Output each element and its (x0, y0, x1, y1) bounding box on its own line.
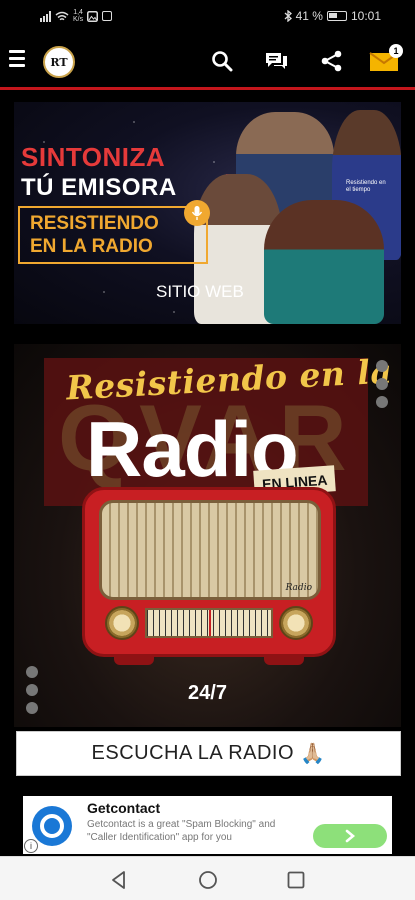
banner-station-line-2: EN LA RADIO (30, 236, 153, 257)
battery-percent: 41 % (295, 9, 323, 23)
promo-banner[interactable]: Resistiendo en el tiempo SINTONIZA TÚ EM… (14, 102, 401, 324)
network-speed-unit: K/s (73, 16, 84, 23)
mail-button[interactable]: 1 (369, 44, 403, 72)
radio-player-card[interactable]: QVAR Resistiendo en la Radio EN LINEA Ra… (14, 344, 401, 727)
shirt-text: Resistiendo en el tiempo (346, 180, 386, 193)
broadcast-hours: 24/7 (188, 682, 227, 704)
praying-hands-icon: 🙏🏼 (300, 743, 326, 765)
share-icon[interactable] (320, 50, 344, 72)
tuning-dial (145, 608, 273, 638)
screenshot-icon (102, 11, 113, 21)
ad-title: Getcontact (87, 800, 161, 816)
banner-station-box: RESISTIENDO EN LA RADIO (18, 206, 208, 264)
back-icon[interactable] (108, 869, 130, 891)
home-icon[interactable] (197, 869, 219, 891)
banner-station-line-1: RESISTIENDO (30, 213, 159, 234)
radio-speaker-grille: Radio (99, 500, 321, 600)
ad-open-button[interactable] (313, 824, 387, 848)
app-logo-text: RT (50, 55, 68, 69)
status-right: 41 % 10:01 (284, 9, 381, 23)
chevron-right-icon (345, 829, 356, 843)
ad-banner[interactable]: Getcontact Getcontact is a great "Spam B… (23, 796, 392, 854)
message-badge: 1 (389, 44, 403, 58)
banner-headline-2: TÚ EMISORA (21, 174, 177, 201)
recents-icon[interactable] (285, 869, 307, 891)
vintage-radio-illustration: Radio (82, 487, 336, 657)
listen-radio-label: ESCUCHA LA RADIO (91, 742, 295, 764)
radio-foot (114, 657, 154, 665)
ad-info-icon[interactable]: i (24, 839, 38, 853)
battery-icon (326, 11, 347, 21)
network-speed: 1,4 K/s (73, 9, 83, 23)
microphone-icon (184, 200, 210, 226)
status-left: 1,4 K/s (40, 9, 113, 23)
getcontact-logo-icon (32, 806, 72, 846)
ad-description: Getcontact is a great "Spam Blocking" an… (87, 819, 276, 843)
top-carousel-dots[interactable] (376, 360, 388, 414)
bluetooth-icon (284, 10, 292, 22)
network-speed-value: 1,4 (73, 9, 83, 16)
radio-brand: Radio (285, 583, 312, 593)
system-nav-bar (0, 856, 415, 900)
radio-foot (264, 657, 304, 665)
website-label: SITIO WEB (156, 282, 244, 301)
chat-icon[interactable] (264, 50, 288, 72)
app-header: RT 1 (0, 34, 415, 90)
signal-icon (40, 10, 51, 22)
app-logo[interactable]: RT (43, 46, 75, 78)
banner-headline-1: SINTONIZA (21, 142, 166, 172)
listen-radio-button[interactable]: ESCUCHA LA RADIO 🙏🏼 (16, 731, 401, 776)
left-knob-icon (105, 606, 139, 640)
menu-icon[interactable] (9, 50, 25, 70)
image-notification-icon (87, 10, 99, 22)
host-photo-4 (264, 200, 384, 324)
clock: 10:01 (350, 9, 381, 23)
right-knob-icon (279, 606, 313, 640)
status-bar: 1,4 K/s 41 % 10:01 (0, 0, 415, 34)
search-icon[interactable] (210, 50, 234, 72)
wifi-icon (55, 11, 69, 20)
